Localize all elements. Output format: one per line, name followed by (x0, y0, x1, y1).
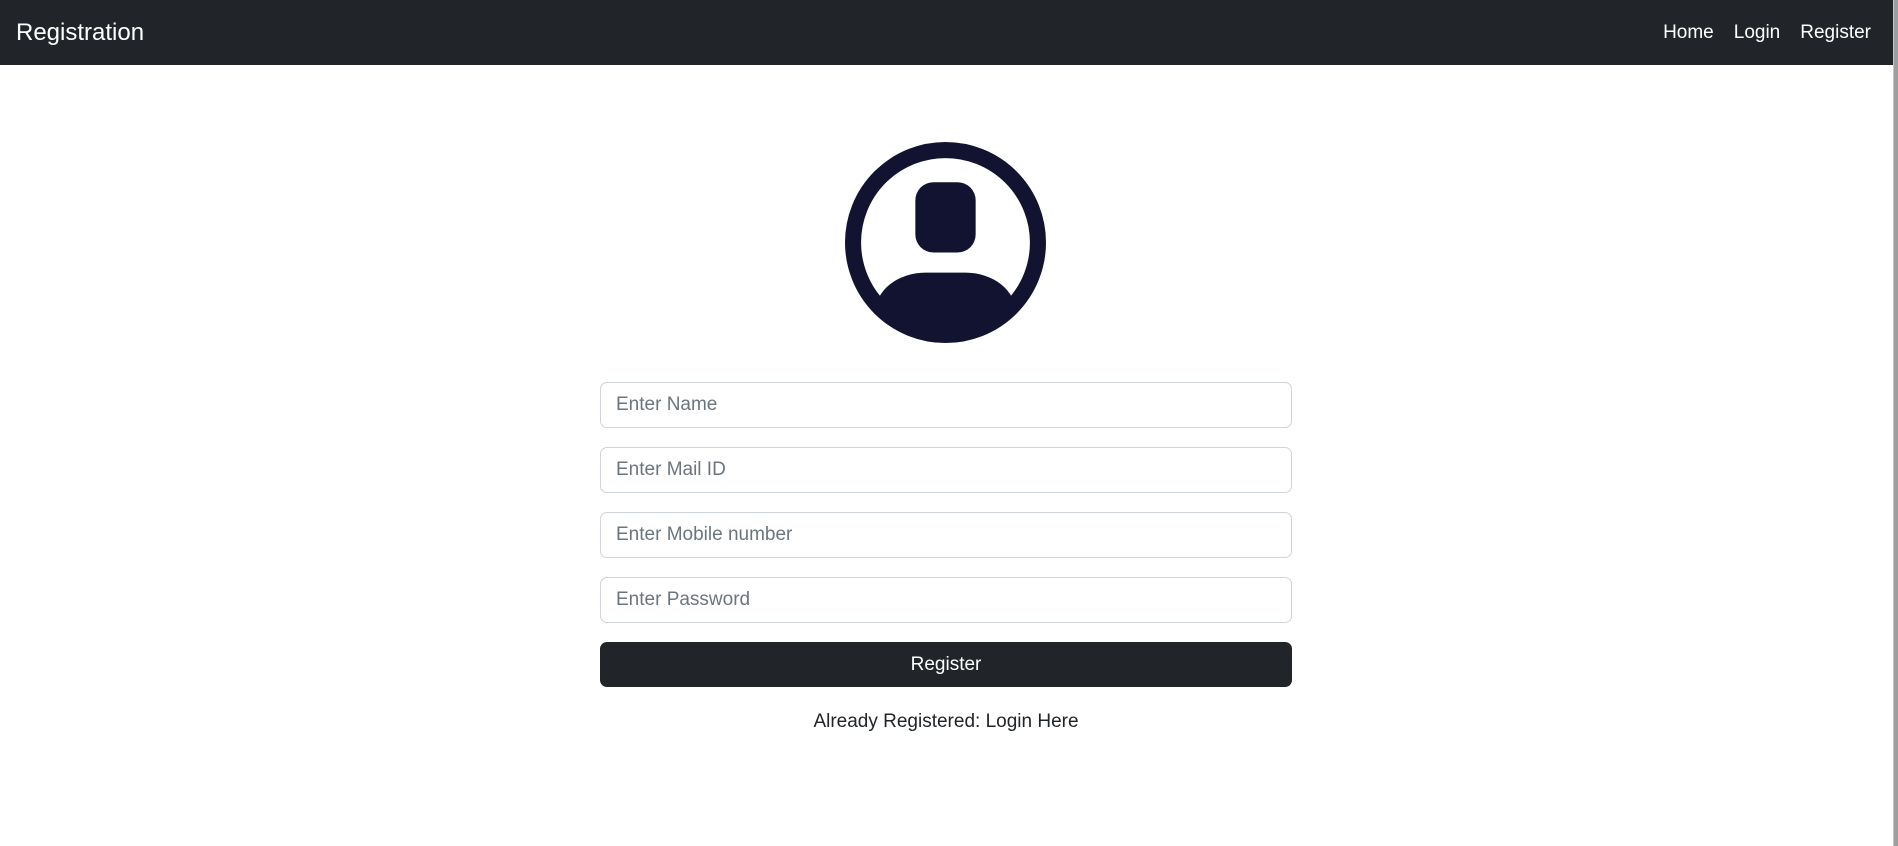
already-registered-prefix: Already Registered: (813, 711, 986, 732)
registration-form: Register Already Registered: Login Here (600, 382, 1292, 733)
login-here-link[interactable]: Login Here (986, 711, 1079, 732)
user-circle-icon (845, 142, 1046, 343)
password-input[interactable] (600, 577, 1292, 623)
vertical-scrollbar[interactable] (1893, 0, 1898, 846)
navbar-brand[interactable]: Registration (16, 19, 144, 47)
name-input[interactable] (600, 382, 1292, 428)
already-registered-text: Already Registered: Login Here (600, 711, 1292, 733)
nav-link-home[interactable]: Home (1663, 22, 1714, 44)
register-button[interactable]: Register (600, 642, 1292, 687)
registration-page: Registration Home Login Register Registe… (0, 0, 1898, 846)
mail-input[interactable] (600, 447, 1292, 493)
mobile-input[interactable] (600, 512, 1292, 558)
nav-link-register[interactable]: Register (1800, 22, 1871, 44)
top-navbar: Registration Home Login Register (0, 0, 1893, 65)
scrollbar-thumb[interactable] (1893, 0, 1898, 846)
nav-link-login[interactable]: Login (1734, 22, 1781, 44)
nav-links: Home Login Register (1663, 22, 1871, 44)
